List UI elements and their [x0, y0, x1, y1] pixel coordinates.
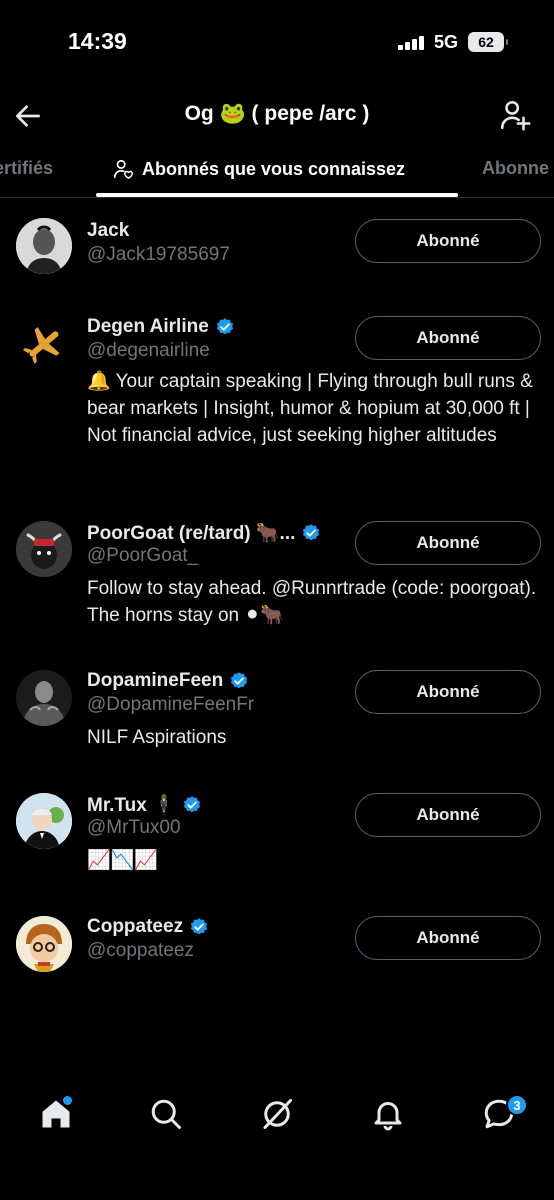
user-name-text: Degen Airline	[87, 316, 209, 337]
signal-icon	[398, 36, 426, 50]
following-button[interactable]: Abonné	[355, 670, 541, 714]
user-name[interactable]: PoorGoat (re/tard) 🐂...	[87, 521, 321, 545]
user-name[interactable]: Jack	[87, 220, 129, 242]
status-bar: 14:39 5G 62	[0, 0, 554, 84]
user-row[interactable]: DopamineFeen @DopamineFeenFr NILF Aspira…	[0, 670, 554, 760]
add-user-icon[interactable]	[498, 98, 532, 132]
bottom-nav: 3	[0, 1078, 554, 1158]
header: Og 🐸 ( pepe /arc )	[0, 92, 554, 140]
user-handle: @MrTux00	[87, 817, 181, 838]
home-notification-dot	[63, 1096, 72, 1105]
battery-level: 62	[478, 34, 494, 50]
user-name-text: DopamineFeen	[87, 670, 224, 691]
messages-badge: 3	[506, 1094, 528, 1116]
user-handle: @Jack19785697	[87, 244, 230, 265]
battery-icon: 62	[468, 32, 508, 52]
verified-badge-icon	[303, 524, 320, 541]
tab-followers[interactable]: Abonne	[482, 158, 549, 179]
user-name-text: Mr.Tux 🕴	[87, 795, 176, 816]
user-handle: @PoorGoat_	[87, 545, 199, 566]
user-bio: 📈📉📈	[87, 850, 158, 871]
user-name[interactable]: Coppateez	[87, 916, 209, 938]
verified-badge-icon	[190, 918, 208, 935]
verified-badge-icon	[183, 796, 200, 813]
page-title: Og 🐸 ( pepe /arc )	[184, 102, 370, 125]
search-icon[interactable]	[148, 1096, 184, 1132]
person-heart-icon	[113, 159, 133, 180]
verified-badge-icon	[231, 672, 248, 689]
user-name-text: Jack	[87, 220, 130, 241]
tab-followers-you-know[interactable]: Abonnés que vous connaissez	[112, 158, 405, 180]
user-row[interactable]: PoorGoat (re/tard) 🐂... @PoorGoat_ Follo…	[0, 521, 554, 631]
user-row[interactable]: Degen Airline @degenairline 🔔 Your capta…	[0, 316, 554, 486]
user-bio: Follow to stay ahead. @Runnrtrade (code:…	[87, 578, 537, 626]
grok-icon[interactable]	[259, 1096, 295, 1132]
avatar[interactable]	[16, 916, 72, 972]
following-button[interactable]: Abonné	[355, 219, 541, 263]
network-label: 5G	[434, 32, 459, 52]
user-name-text: Coppateez	[87, 916, 184, 937]
avatar[interactable]	[16, 316, 72, 372]
user-name-text: PoorGoat (re/tard) 🐂...	[87, 523, 296, 544]
following-button[interactable]: Abonné	[355, 916, 541, 960]
status-time: 14:39	[68, 28, 127, 54]
notifications-bell-icon[interactable]	[370, 1096, 406, 1132]
tab-label: Abonnés que vous connaissez	[142, 158, 406, 179]
user-bio: NILF Aspirations	[87, 727, 227, 748]
user-bio: 🔔 Your captain speaking | Flying through…	[87, 371, 533, 446]
user-name[interactable]: DopamineFeen	[87, 670, 249, 692]
verified-badge-icon	[216, 318, 233, 335]
active-tab-indicator	[96, 193, 458, 197]
user-name[interactable]: Degen Airline	[87, 316, 235, 338]
user-handle: @DopamineFeenFr	[87, 694, 255, 715]
avatar[interactable]	[16, 218, 72, 274]
user-row[interactable]: Jack @Jack19785697 Abonné	[0, 218, 554, 298]
avatar[interactable]	[16, 521, 72, 577]
user-name[interactable]: Mr.Tux 🕴	[87, 793, 202, 817]
tab-bar: ertifiés Abonnés que vous connaissez Abo…	[0, 146, 554, 198]
avatar[interactable]	[16, 670, 72, 726]
user-handle: @coppateez	[87, 940, 194, 961]
avatar[interactable]	[16, 793, 72, 849]
tab-verified[interactable]: ertifiés	[0, 158, 53, 179]
following-button[interactable]: Abonné	[355, 793, 541, 837]
following-button[interactable]: Abonné	[355, 521, 541, 565]
user-row[interactable]: Coppateez @coppateez Abonné	[0, 916, 554, 996]
user-handle: @degenairline	[87, 340, 210, 361]
user-row[interactable]: Mr.Tux 🕴 @MrTux00 📈📉📈 Abonné	[0, 793, 554, 883]
following-button[interactable]: Abonné	[355, 316, 541, 360]
